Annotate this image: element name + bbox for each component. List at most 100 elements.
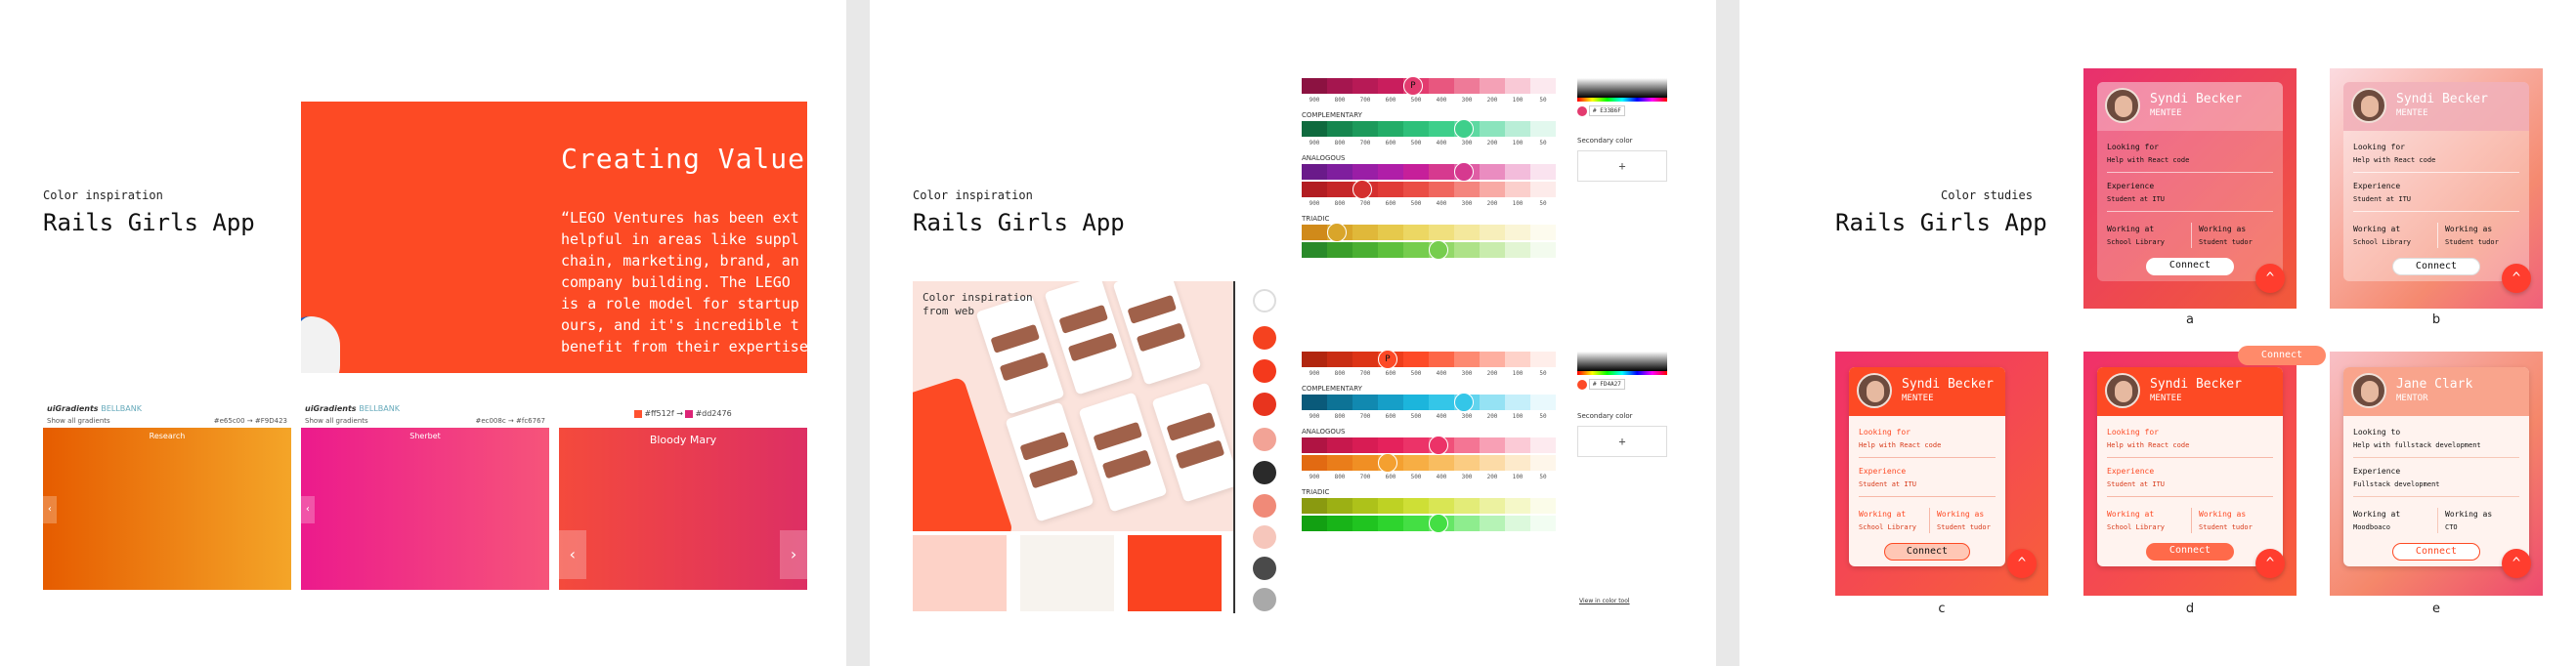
scale-num: 900 xyxy=(1309,412,1320,420)
scale-num: 50 xyxy=(1539,139,1547,146)
color-dot[interactable] xyxy=(1253,494,1276,518)
ui-gradients-logo: uiGradients xyxy=(305,404,357,413)
profile-card-variant-e: Jane Clark MENTOR Looking to Help with f… xyxy=(2330,352,2543,596)
palette-marker[interactable] xyxy=(1429,240,1448,260)
working-as-value: Student tudor xyxy=(2199,238,2253,246)
scale-num: 300 xyxy=(1461,139,1473,146)
scale-num: 100 xyxy=(1512,139,1524,146)
color-picker-canvas[interactable] xyxy=(1577,352,1667,371)
scale-num: 100 xyxy=(1512,369,1524,377)
board-title: Rails Girls App xyxy=(1835,209,2047,236)
connect-button[interactable]: Connect xyxy=(2146,258,2234,275)
prev-button[interactable]: ‹ xyxy=(559,530,586,579)
primary-marker[interactable]: P xyxy=(1378,350,1397,369)
scale-num: 500 xyxy=(1410,473,1422,480)
hex-value[interactable]: # E33B6F xyxy=(1589,105,1625,116)
scale-numbers: 900 800 700 600 500 400 300 200 100 50 xyxy=(1302,367,1556,379)
palette-marker[interactable] xyxy=(1429,436,1448,455)
chevron-up-icon[interactable]: ^ xyxy=(2255,264,2285,293)
looking-for-label: Looking for xyxy=(2107,143,2159,151)
analogous-row-1 xyxy=(1302,162,1556,182)
show-all-link[interactable]: Show all gradients xyxy=(47,417,110,425)
mouse-illustration xyxy=(301,316,340,373)
color-dot[interactable] xyxy=(1253,557,1276,580)
secondary-color-label: Secondary color xyxy=(1577,137,1633,145)
experience-value: Student at ITU xyxy=(2107,480,2166,488)
scale-num: 700 xyxy=(1359,369,1371,377)
scale-num: 700 xyxy=(1359,412,1371,420)
show-all-link[interactable]: Show all gradients xyxy=(305,417,368,425)
hero-quote: “LEGO Ventures has been ext helpful in a… xyxy=(561,209,807,355)
palette-label: COMPLEMENTARY xyxy=(1302,111,1362,119)
scale-num: 400 xyxy=(1436,199,1447,207)
color-dot[interactable] xyxy=(1253,588,1276,611)
palette-marker[interactable] xyxy=(1454,393,1474,412)
scale-num: 700 xyxy=(1359,139,1371,146)
scale-num: 600 xyxy=(1385,96,1396,104)
palette-label: ANALOGOUS xyxy=(1302,154,1346,162)
profile-name: Syndi Becker xyxy=(2150,92,2242,106)
color-dot[interactable] xyxy=(1253,359,1276,383)
chevron-up-icon[interactable]: ^ xyxy=(2255,549,2285,578)
gradient-toolbar: uiGradients BELLBANK Show all gradients … xyxy=(301,400,549,428)
connect-button[interactable]: Connect xyxy=(1884,543,1970,561)
hex-value[interactable]: # FD4A27 xyxy=(1589,379,1625,390)
profile-header: Syndi Becker MENTEE xyxy=(2097,82,2283,131)
prev-arrow-icon[interactable]: ‹ xyxy=(43,496,57,523)
palette-marker[interactable] xyxy=(1352,180,1372,199)
color-dot[interactable] xyxy=(1253,289,1276,312)
floating-connect-button[interactable]: Connect xyxy=(2238,346,2326,365)
palette-marker[interactable] xyxy=(1327,223,1347,242)
palette-marker[interactable] xyxy=(1454,119,1474,139)
working-at-value: School Library xyxy=(2107,238,2166,246)
color-picker-canvas[interactable] xyxy=(1577,78,1667,98)
hex-input[interactable]: # E33B6F xyxy=(1577,105,1667,117)
next-button[interactable]: › xyxy=(780,530,807,579)
profile-role: MENTEE xyxy=(2396,108,2428,118)
scale-numbers: 900 800 700 600 500 400 300 200 100 50 xyxy=(1302,137,1556,148)
scale-num: 500 xyxy=(1410,139,1422,146)
analogous-row-2 xyxy=(1302,453,1556,473)
connect-button[interactable]: Connect xyxy=(2392,543,2480,561)
working-at-value: School Library xyxy=(2353,238,2412,246)
palette-marker[interactable] xyxy=(1454,162,1474,182)
profile-name: Jane Clark xyxy=(2396,377,2473,392)
working-at-label: Working at xyxy=(1859,510,1907,519)
palette-marker[interactable] xyxy=(1378,453,1397,473)
connect-button[interactable]: Connect xyxy=(2146,543,2234,561)
profile-header: Syndi Becker MENTEE xyxy=(2097,367,2283,416)
prev-arrow-icon[interactable]: ‹ xyxy=(301,496,315,523)
color-dot[interactable] xyxy=(1253,393,1276,416)
scale-num: 600 xyxy=(1385,139,1396,146)
scale-num: 500 xyxy=(1410,199,1422,207)
color-dot[interactable] xyxy=(1253,326,1276,350)
scale-num: 400 xyxy=(1436,473,1447,480)
chevron-up-icon[interactable]: ^ xyxy=(2502,549,2531,578)
scale-num: 800 xyxy=(1334,199,1346,207)
working-at-label: Working at xyxy=(2353,225,2401,233)
scale-num: 400 xyxy=(1436,139,1447,146)
gradient-hex-label: #e65c00 → #F9D423 xyxy=(213,417,287,425)
scale-num: 200 xyxy=(1486,139,1498,146)
looking-for-value: Help with React code xyxy=(2107,156,2190,164)
primary-marker[interactable]: P xyxy=(1403,76,1423,96)
add-secondary-button[interactable]: + xyxy=(1577,426,1667,457)
add-secondary-button[interactable]: + xyxy=(1577,150,1667,182)
color-dot[interactable] xyxy=(1253,461,1276,484)
chevron-up-icon[interactable]: ^ xyxy=(2502,264,2531,293)
color-dot[interactable] xyxy=(1253,525,1276,549)
color-dot[interactable] xyxy=(1253,428,1276,451)
hex-input[interactable]: # FD4A27 xyxy=(1577,379,1667,391)
scale-num: 800 xyxy=(1334,96,1346,104)
hue-slider[interactable] xyxy=(1577,371,1667,375)
connect-button[interactable]: Connect xyxy=(2392,258,2480,275)
scale-num: 900 xyxy=(1309,473,1320,480)
hue-slider[interactable] xyxy=(1577,98,1667,102)
chevron-up-icon[interactable]: ^ xyxy=(2007,549,2037,578)
palette-generator-orange: P 900 800 700 600 500 400 300 200 100 50 COMPLEME… xyxy=(1302,350,1556,533)
view-in-color-tool-link[interactable]: View in color tool xyxy=(1579,598,1630,604)
scale-num: 700 xyxy=(1359,96,1371,104)
palette-marker[interactable] xyxy=(1429,514,1448,533)
scale-num: 700 xyxy=(1359,199,1371,207)
palette-generator-pink: P 900 800 700 600 500 400 300 200 100 50 COMPLEME… xyxy=(1302,76,1556,260)
